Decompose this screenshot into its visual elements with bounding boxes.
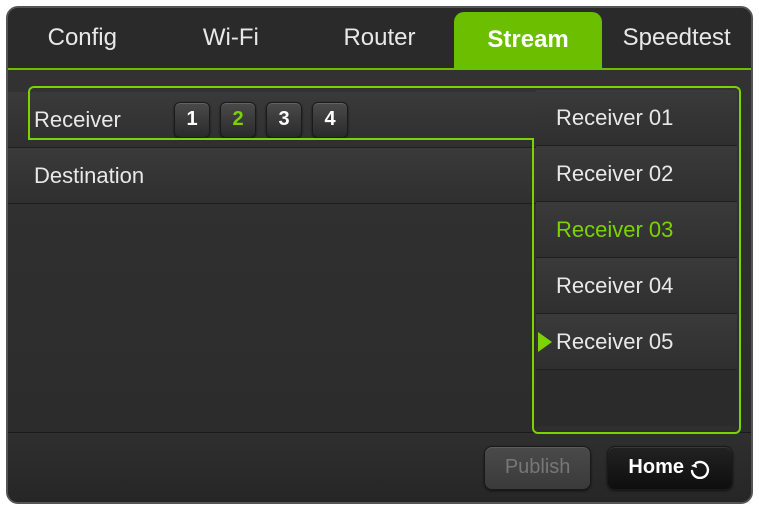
dropdown-item-receiver-04[interactable]: Receiver 04 — [536, 258, 737, 314]
row-destination[interactable]: Destination — [8, 148, 538, 204]
receiver-dropdown: Receiver 01 Receiver 02 Receiver 03 Rece… — [536, 90, 737, 430]
receiver-btn-label: 2 — [232, 108, 243, 131]
row-receiver-label: Receiver — [34, 107, 174, 133]
dropdown-item-receiver-02[interactable]: Receiver 02 — [536, 146, 737, 202]
row-destination-label: Destination — [34, 163, 174, 189]
dropdown-item-label: Receiver 01 — [556, 105, 673, 131]
tab-router[interactable]: Router — [305, 8, 454, 68]
receiver-number-buttons: 1 2 3 4 — [174, 102, 348, 138]
device-screen: Config Wi-Fi Router Stream Speedtest Rec… — [6, 6, 753, 504]
back-arrow-icon — [688, 457, 712, 479]
tab-stream[interactable]: Stream — [454, 12, 603, 68]
tab-label: Stream — [487, 26, 568, 54]
content-area: Receiver 1 2 3 4 Destination Receiver 01… — [8, 70, 751, 432]
receiver-btn-2[interactable]: 2 — [220, 102, 256, 138]
dropdown-item-receiver-01[interactable]: Receiver 01 — [536, 90, 737, 146]
tab-label: Config — [48, 24, 117, 52]
receiver-btn-4[interactable]: 4 — [312, 102, 348, 138]
receiver-btn-3[interactable]: 3 — [266, 102, 302, 138]
tab-config[interactable]: Config — [8, 8, 157, 68]
dropdown-item-receiver-03[interactable]: Receiver 03 — [536, 202, 737, 258]
home-button-label: Home — [628, 456, 684, 479]
dropdown-item-receiver-05[interactable]: Receiver 05 — [536, 314, 737, 370]
dropdown-item-label: Receiver 03 — [556, 217, 673, 243]
publish-button-label: Publish — [505, 456, 571, 479]
publish-button: Publish — [484, 446, 592, 490]
tab-wifi[interactable]: Wi-Fi — [157, 8, 306, 68]
receiver-btn-label: 3 — [278, 108, 289, 131]
tab-label: Router — [343, 24, 415, 52]
tab-label: Speedtest — [623, 24, 731, 52]
dropdown-item-empty — [536, 370, 737, 426]
receiver-btn-1[interactable]: 1 — [174, 102, 210, 138]
receiver-btn-label: 4 — [324, 108, 335, 131]
dropdown-item-label: Receiver 04 — [556, 273, 673, 299]
footer-bar: Publish Home — [8, 432, 751, 502]
row-receiver[interactable]: Receiver 1 2 3 4 — [8, 92, 538, 148]
receiver-btn-label: 1 — [186, 108, 197, 131]
dropdown-item-label: Receiver 02 — [556, 161, 673, 187]
tab-speedtest[interactable]: Speedtest — [602, 8, 751, 68]
tab-label: Wi-Fi — [203, 24, 259, 52]
tab-bar: Config Wi-Fi Router Stream Speedtest — [8, 8, 751, 70]
dropdown-item-label: Receiver 05 — [556, 329, 673, 355]
home-button[interactable]: Home — [607, 446, 733, 490]
